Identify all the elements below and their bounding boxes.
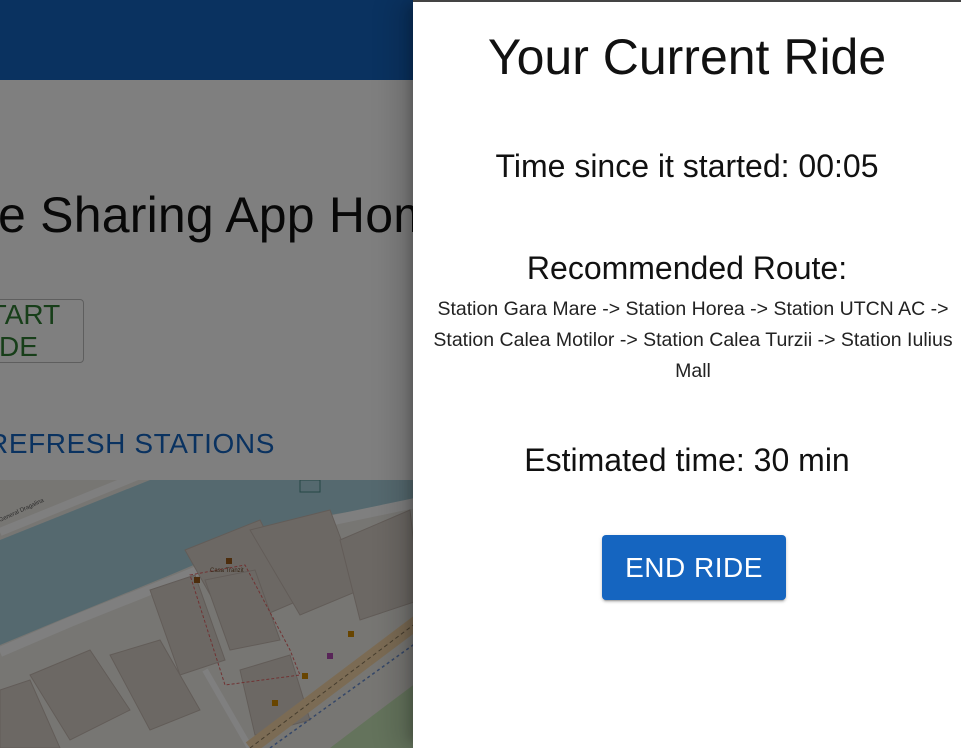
app-root: Bike Sharing App Home START RIDE REFRESH… — [0, 0, 961, 748]
drawer-title: Your Current Ride — [487, 29, 887, 85]
eta-label: Estimated time: — [524, 442, 745, 478]
estimated-time: Estimated time: 30 min — [413, 442, 961, 479]
elapsed-label: Time since it started: — [495, 148, 790, 184]
end-ride-button[interactable]: END RIDE — [602, 535, 786, 600]
current-ride-drawer: Your Current Ride Time since it started:… — [413, 0, 961, 748]
route-heading: Recommended Route: — [526, 250, 848, 286]
route-text: Station Gara Mare -> Station Horea -> St… — [433, 298, 953, 382]
elapsed-value: 00:05 — [798, 148, 879, 184]
eta-value: 30 min — [753, 442, 850, 478]
elapsed-time: Time since it started: 00:05 — [413, 148, 961, 185]
